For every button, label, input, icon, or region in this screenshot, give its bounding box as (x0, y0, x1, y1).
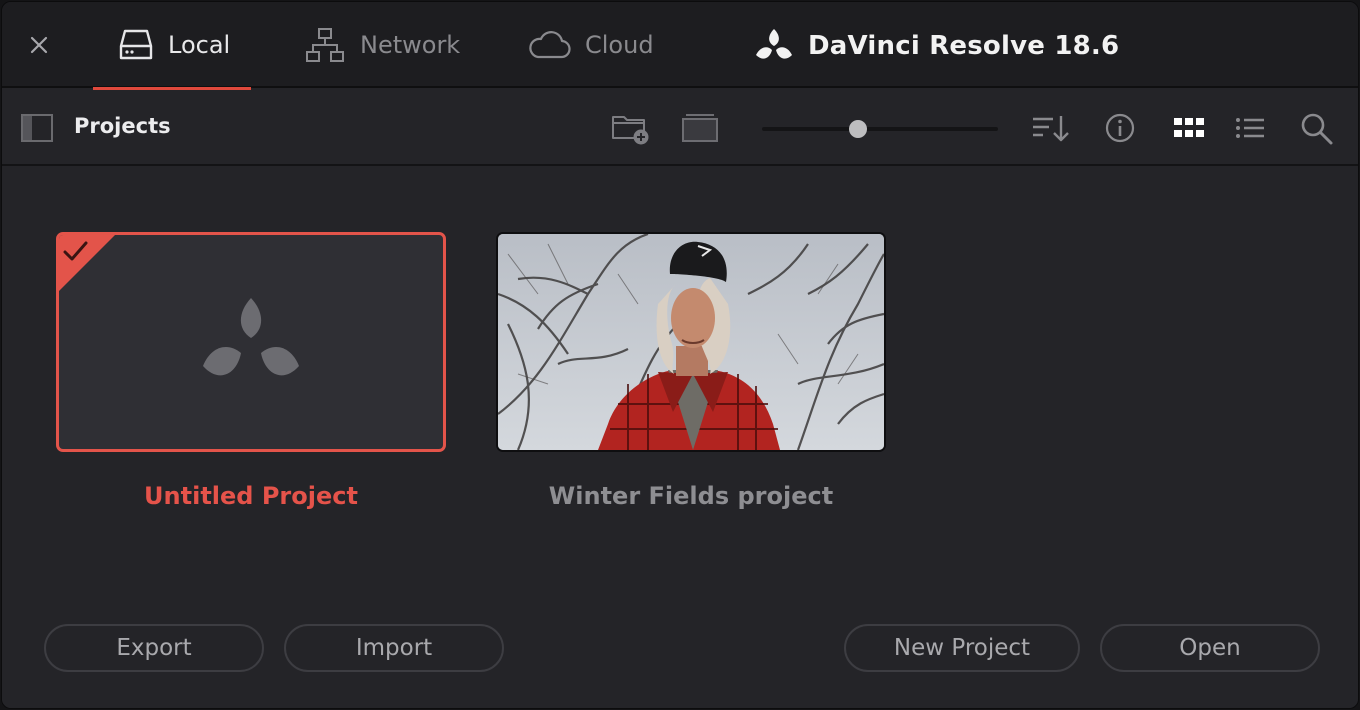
screen-view-button[interactable] (681, 110, 719, 144)
app-brand: DaVinci Resolve 18.6 (754, 24, 1119, 68)
project-name[interactable]: Winter Fields project (496, 482, 886, 510)
new-folder-button[interactable] (610, 110, 652, 146)
list-view-icon (1236, 118, 1264, 138)
monitor-icon (682, 114, 718, 142)
davinci-placeholder-icon (203, 298, 299, 376)
tab-network[interactable]: Network (304, 2, 474, 88)
drive-icon (119, 29, 153, 60)
tab-local[interactable]: Local (93, 2, 251, 90)
network-icon (306, 28, 344, 62)
search-icon (1301, 113, 1333, 145)
man-in-winter-hat-photo (498, 234, 884, 450)
list-view-button[interactable] (1232, 110, 1268, 146)
projects-toolbar: Projects (2, 90, 1358, 166)
slider-thumb[interactable] (849, 120, 867, 138)
cloud-icon (529, 31, 571, 59)
tab-cloud[interactable]: Cloud (527, 2, 667, 88)
project-thumbnail[interactable] (56, 232, 446, 452)
new-project-button[interactable]: New Project (844, 624, 1080, 672)
tab-local-label: Local (168, 31, 231, 59)
sidebar-panel-icon (21, 114, 53, 142)
close-icon (30, 36, 48, 54)
sort-button[interactable] (1030, 110, 1070, 146)
project-name[interactable]: Untitled Project (56, 482, 446, 510)
project-card-untitled[interactable]: Untitled Project (56, 232, 446, 510)
tab-network-label: Network (360, 31, 461, 59)
import-button[interactable]: Import (284, 624, 504, 672)
open-button[interactable]: Open (1100, 624, 1320, 672)
info-icon (1105, 113, 1135, 143)
app-title: DaVinci Resolve 18.6 (808, 31, 1120, 61)
project-manager-window: Local Network Cloud DaVinci Resolve 18.6… (1, 1, 1359, 709)
thumbnail-size-slider[interactable] (762, 118, 998, 140)
grid-view-button[interactable] (1171, 110, 1207, 146)
project-grid: Untitled Project Winter Fields project E… (2, 168, 1358, 708)
slider-track (762, 127, 998, 131)
project-thumbnail[interactable] (496, 232, 886, 452)
location-tab-bar: Local Network Cloud DaVinci Resolve 18.6 (2, 2, 1358, 90)
new-folder-icon (612, 116, 649, 145)
export-button[interactable]: Export (44, 624, 264, 672)
davinci-logo-icon (756, 29, 792, 59)
search-button[interactable] (1298, 110, 1336, 146)
toggle-sidebar-button[interactable] (20, 113, 54, 147)
selected-check-icon (59, 235, 115, 291)
section-title: Projects (74, 114, 171, 138)
project-card-winter-fields[interactable]: Winter Fields project (496, 232, 886, 510)
info-button[interactable] (1103, 110, 1137, 146)
close-button[interactable] (24, 30, 54, 60)
tab-cloud-label: Cloud (585, 31, 654, 59)
sort-icon (1033, 116, 1069, 142)
grid-view-icon (1174, 118, 1204, 137)
